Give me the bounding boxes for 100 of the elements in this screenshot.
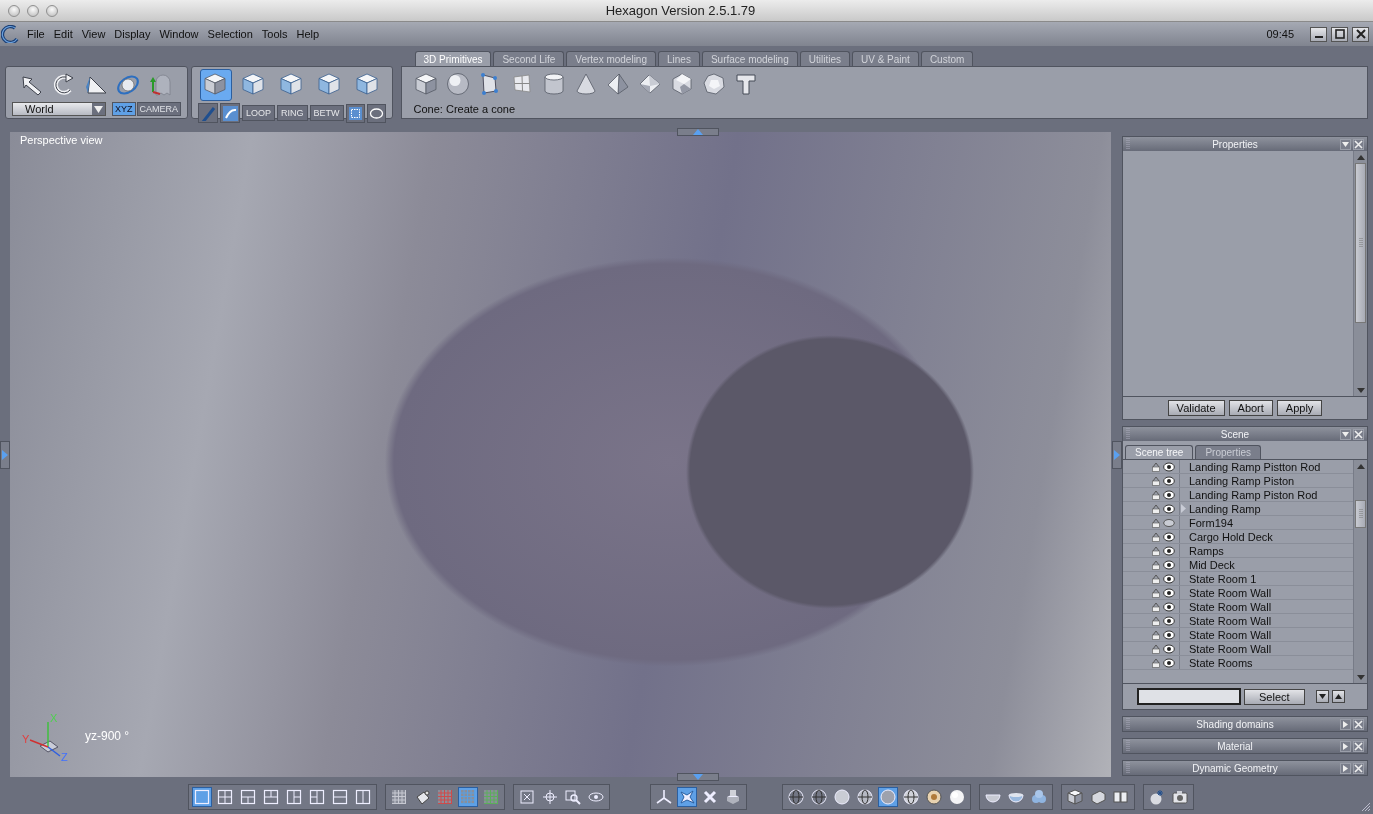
viewport-render[interactable] <box>10 132 1111 777</box>
maximize-icon[interactable] <box>1332 27 1347 41</box>
navigation-button[interactable] <box>654 787 674 807</box>
edge-tool-button[interactable]: LOOP <box>242 105 276 121</box>
cube-icon[interactable] <box>413 72 440 98</box>
lock-icon[interactable] <box>1151 559 1161 570</box>
scroll-down-icon[interactable] <box>1356 387 1365 393</box>
minimize-button[interactable] <box>27 4 39 17</box>
menu-item[interactable]: Tools <box>257 28 293 40</box>
eye-icon[interactable] <box>1163 489 1175 500</box>
up-arrow-icon[interactable] <box>1334 694 1342 699</box>
menu-item[interactable]: File <box>23 28 50 40</box>
close-button[interactable] <box>8 4 20 17</box>
eye-icon[interactable] <box>1163 615 1175 626</box>
shading-button[interactable] <box>809 787 829 807</box>
rectangle-select-icon[interactable] <box>347 105 363 121</box>
expand-icon[interactable] <box>1341 763 1350 773</box>
resize-grip-icon[interactable] <box>1361 802 1371 812</box>
lock-icon[interactable] <box>1151 601 1161 612</box>
down-arrow-icon[interactable] <box>1318 694 1326 699</box>
panel-toggle-icon[interactable] <box>693 774 703 780</box>
panel-header[interactable]: Properties <box>1123 137 1367 151</box>
sweep-icon[interactable] <box>222 105 239 121</box>
orbit-icon[interactable] <box>115 73 142 97</box>
edge-tool-button[interactable]: RING <box>277 105 308 121</box>
eye-icon[interactable] <box>1163 545 1175 556</box>
expand-icon[interactable] <box>1341 741 1350 751</box>
eye-icon[interactable] <box>1163 601 1175 612</box>
shading-button[interactable] <box>924 787 944 807</box>
scene-tree-row[interactable]: State Rooms <box>1123 656 1353 670</box>
scene-tree-row[interactable]: Cargo Hold Deck <box>1123 530 1353 544</box>
scene-tree-row[interactable]: Form194 <box>1123 516 1353 530</box>
close-icon[interactable] <box>1353 27 1368 41</box>
layout-button[interactable] <box>353 787 373 807</box>
lock-icon[interactable] <box>1151 643 1161 654</box>
shading-button[interactable] <box>786 787 806 807</box>
scrollbar[interactable] <box>1353 151 1367 396</box>
navigation-button[interactable] <box>677 787 697 807</box>
lock-icon[interactable] <box>1151 545 1161 556</box>
shading-button[interactable] <box>832 787 852 807</box>
space-toggle[interactable]: XYZ <box>112 102 136 116</box>
panel-header[interactable]: Dynamic Geometry <box>1123 761 1367 775</box>
edge-tool-button[interactable]: BETW <box>309 105 344 121</box>
eye-icon[interactable] <box>1163 587 1175 598</box>
menu-item[interactable]: Selection <box>203 28 258 40</box>
shading-button[interactable] <box>855 787 875 807</box>
lasso-select-icon[interactable] <box>368 105 384 121</box>
scene-tree-row[interactable]: Landing Ramp Pistton Rod <box>1123 460 1353 474</box>
eye-icon[interactable] <box>1163 461 1175 472</box>
lock-icon[interactable] <box>1151 657 1161 668</box>
scene-tree-row[interactable]: Landing Ramp <box>1123 502 1353 516</box>
layout-button[interactable] <box>261 787 281 807</box>
scene-tree-row[interactable]: Landing Ramp Piston Rod <box>1123 488 1353 502</box>
layout-button[interactable] <box>284 787 304 807</box>
collapse-icon[interactable] <box>1341 429 1350 439</box>
shading-button[interactable] <box>878 787 898 807</box>
zoom-button[interactable] <box>46 4 58 17</box>
panel-toggle-icon[interactable] <box>1113 449 1120 460</box>
panel-button[interactable]: Validate <box>1167 400 1225 416</box>
collapse-icon[interactable] <box>1341 139 1350 149</box>
name-field[interactable] <box>1137 688 1241 705</box>
coordinate-dropdown[interactable]: World <box>12 102 106 116</box>
view-tool-button[interactable] <box>540 787 560 807</box>
eye-icon[interactable] <box>1163 559 1175 570</box>
scroll-down-icon[interactable] <box>1356 674 1365 680</box>
layout-button[interactable] <box>330 787 350 807</box>
eye-closed-icon[interactable] <box>1163 517 1175 528</box>
menu-item[interactable]: Edit <box>49 28 78 40</box>
panel-button[interactable]: Apply <box>1276 400 1323 416</box>
lock-icon[interactable] <box>1151 461 1161 472</box>
scene-tree-row[interactable]: State Room Wall <box>1123 642 1353 656</box>
scene-tree-row[interactable]: State Room Wall <box>1123 586 1353 600</box>
select-button[interactable]: Select <box>1244 688 1305 705</box>
panel-button[interactable]: Abort <box>1228 400 1273 416</box>
layout-button[interactable] <box>215 787 235 807</box>
scene-tree-row[interactable]: State Room Wall <box>1123 614 1353 628</box>
grid-button[interactable] <box>389 787 409 807</box>
space-toggle[interactable]: CAMERA <box>136 102 182 116</box>
shading-button[interactable] <box>947 787 967 807</box>
eye-icon[interactable] <box>1163 629 1175 640</box>
lock-icon[interactable] <box>1151 489 1161 500</box>
panel-header[interactable]: Scene <box>1123 427 1367 441</box>
lock-icon[interactable] <box>1151 629 1161 640</box>
scene-tree-row[interactable]: State Room Wall <box>1123 600 1353 614</box>
lock-icon[interactable] <box>1151 587 1161 598</box>
lock-icon[interactable] <box>1151 615 1161 626</box>
sphere-icon[interactable] <box>445 72 472 98</box>
menu-item[interactable]: View <box>77 28 111 40</box>
eye-icon[interactable] <box>1163 643 1175 654</box>
scrollbar[interactable] <box>1353 460 1367 683</box>
shading-button[interactable] <box>901 787 921 807</box>
eye-icon[interactable] <box>1163 503 1175 514</box>
layout-button[interactable] <box>307 787 327 807</box>
eye-icon[interactable] <box>1163 475 1175 486</box>
scroll-up-icon[interactable] <box>1356 154 1365 160</box>
lock-icon[interactable] <box>1151 503 1161 514</box>
view-tool-button[interactable] <box>517 787 537 807</box>
eye-icon[interactable] <box>1163 657 1175 668</box>
app-logo-icon[interactable] <box>1 25 19 43</box>
lock-icon[interactable] <box>1151 573 1161 584</box>
